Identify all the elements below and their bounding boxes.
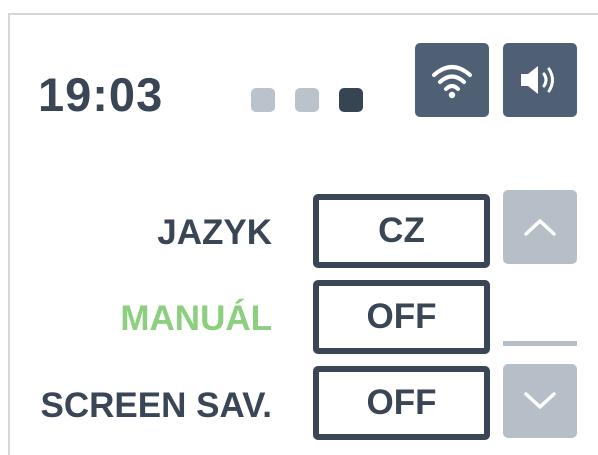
- wifi-button[interactable]: [415, 43, 489, 117]
- setting-value-language[interactable]: CZ: [313, 194, 490, 268]
- setting-label-language: JAZYK: [157, 213, 272, 252]
- frame-border-top: [8, 13, 598, 15]
- speaker-icon: [521, 66, 554, 94]
- scroll-down-button[interactable]: [503, 364, 577, 438]
- sound-button[interactable]: [503, 43, 577, 117]
- page-dot-1[interactable]: [251, 88, 275, 112]
- page-dot-2[interactable]: [295, 88, 319, 112]
- settings-screen: 19:03 JAZYK CZ MANUÁL OFF SCREEN SAV. OF…: [0, 0, 598, 455]
- scroll-up-button[interactable]: [503, 190, 577, 264]
- chevron-down-icon: [524, 392, 556, 409]
- setting-label-manual: MANUÁL: [120, 299, 272, 338]
- scrollbar-track[interactable]: [503, 341, 577, 346]
- chevron-up-icon: [524, 219, 556, 236]
- setting-value-screen-saver[interactable]: OFF: [313, 366, 490, 440]
- wifi-icon: [432, 65, 472, 99]
- page-dot-3[interactable]: [339, 88, 363, 112]
- frame-border-left: [8, 13, 10, 455]
- setting-label-screen-saver: SCREEN SAV.: [40, 386, 272, 425]
- clock-time: 19:03: [38, 68, 164, 121]
- setting-value-manual[interactable]: OFF: [313, 280, 490, 354]
